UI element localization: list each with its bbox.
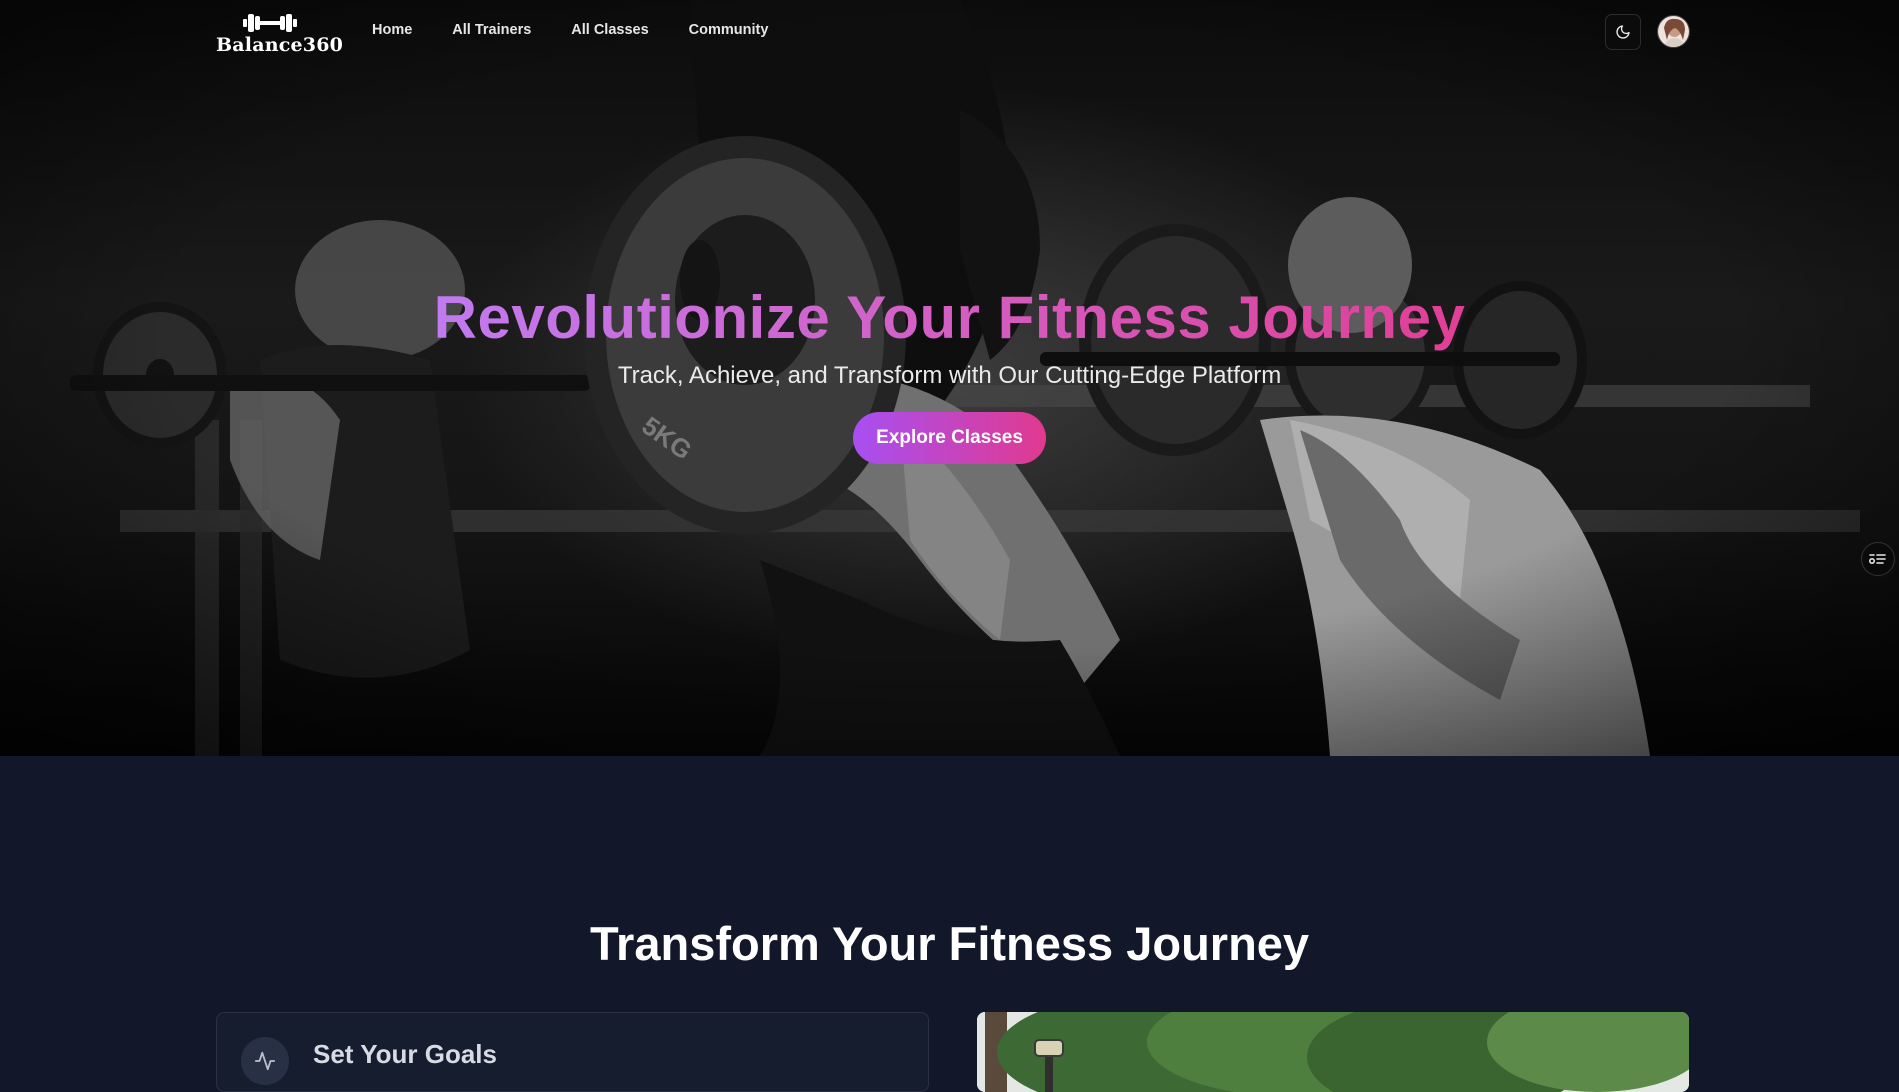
feature-image bbox=[977, 1012, 1689, 1092]
side-panel-toggle[interactable] bbox=[1861, 542, 1895, 576]
goal-card-title: Set Your Goals bbox=[313, 1039, 497, 1069]
brand-name: Balance360 bbox=[216, 34, 344, 56]
nav-all-classes[interactable]: All Classes bbox=[571, 22, 648, 38]
hero-content: Revolutionize Your Fitness Journey Track… bbox=[0, 282, 1899, 464]
nav-home[interactable]: Home bbox=[372, 22, 412, 38]
activity-icon bbox=[254, 1051, 276, 1071]
feature-photo bbox=[977, 1012, 1689, 1092]
top-navbar: Balance360 Home All Trainers All Classes… bbox=[0, 0, 1899, 64]
goal-card[interactable]: Set Your Goals bbox=[216, 1012, 929, 1092]
nav-links: Home All Trainers All Classes Community bbox=[372, 22, 808, 38]
moon-icon bbox=[1616, 25, 1630, 39]
brand-logo[interactable]: Balance360 bbox=[216, 10, 344, 56]
hero-title: Revolutionize Your Fitness Journey bbox=[434, 282, 1466, 354]
user-avatar[interactable] bbox=[1657, 15, 1690, 48]
hero-subtitle: Track, Achieve, and Transform with Our C… bbox=[617, 362, 1282, 389]
avatar-image bbox=[1658, 16, 1689, 47]
nav-community[interactable]: Community bbox=[689, 22, 769, 38]
section-title: Transform Your Fitness Journey bbox=[589, 917, 1310, 970]
theme-toggle-button[interactable] bbox=[1605, 14, 1641, 50]
hero-section: 5KG bbox=[0, 0, 1899, 756]
dumbbell-icon bbox=[243, 14, 297, 32]
explore-classes-button[interactable]: Explore Classes bbox=[853, 412, 1046, 464]
features-section: Transform Your Fitness Journey Set Your … bbox=[0, 756, 1899, 1092]
list-toggle-icon bbox=[1869, 554, 1886, 564]
nav-all-trainers[interactable]: All Trainers bbox=[452, 22, 531, 38]
